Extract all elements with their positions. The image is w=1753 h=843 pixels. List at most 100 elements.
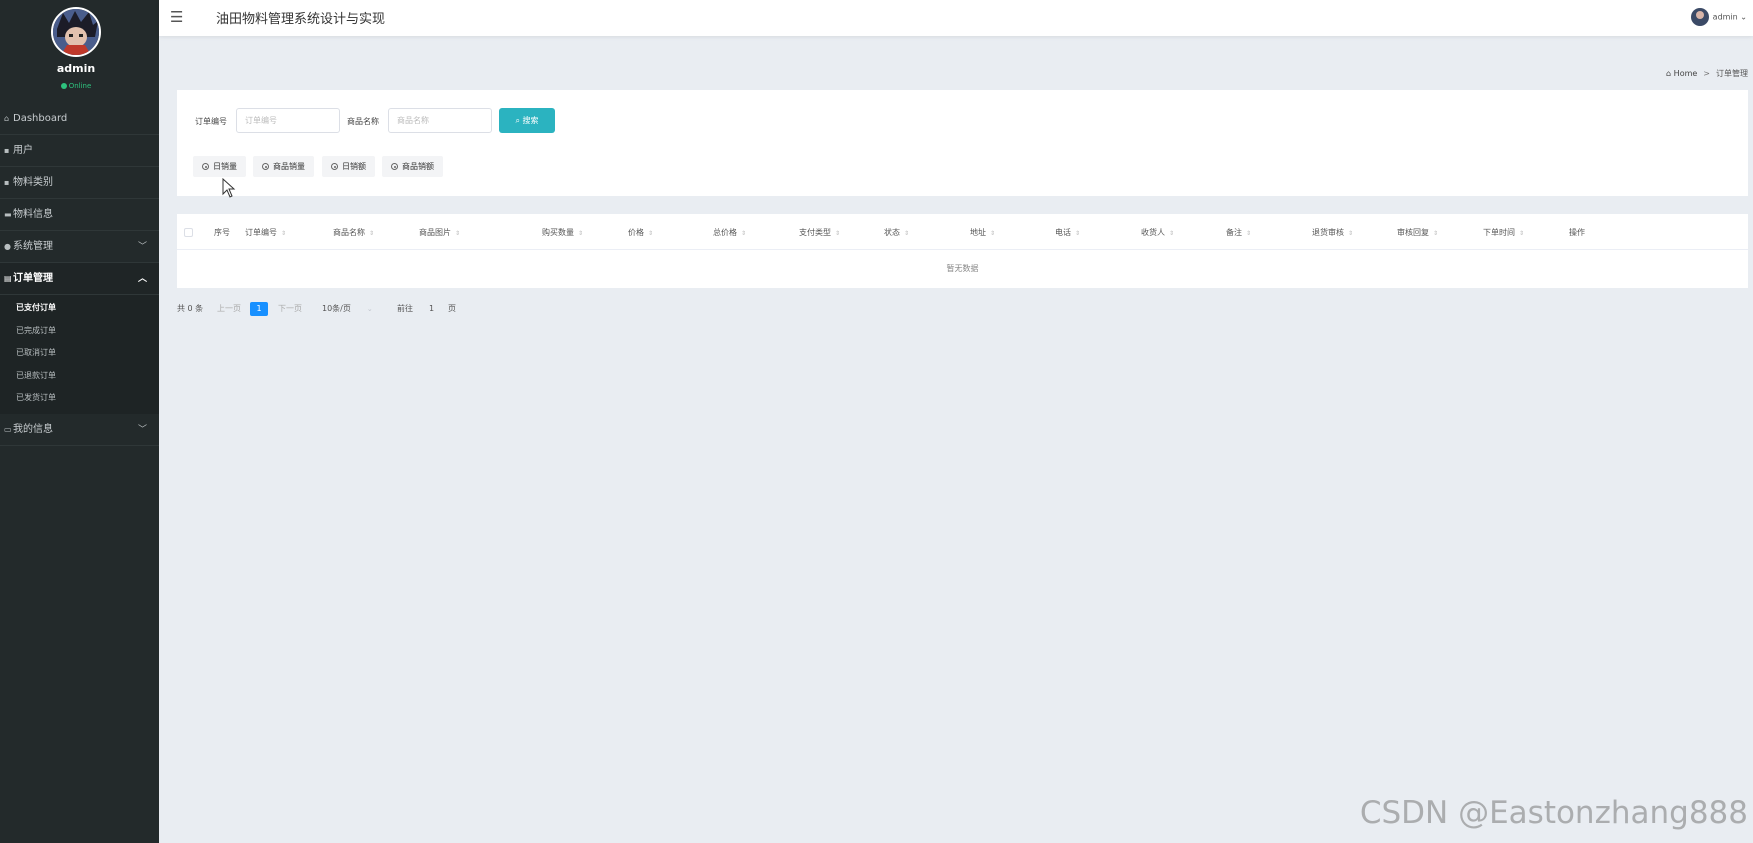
- sort-icon[interactable]: ⇕: [904, 231, 909, 237]
- sort-icon[interactable]: ⇕: [1348, 231, 1353, 237]
- column-header[interactable]: 状态 ⇕: [884, 227, 909, 238]
- column-header[interactable]: 订单编号 ⇕: [245, 227, 286, 238]
- sort-icon[interactable]: ⇕: [455, 231, 460, 237]
- radio-icon: [331, 163, 338, 170]
- column-header[interactable]: 电话 ⇕: [1055, 227, 1080, 238]
- sidebar-nav: ⌂ Dashboard ▪ 用户 ▪ 物料类别 ▬物料信息 ● 系统管理 ﹀ ▤订单管理 ︿…: [0, 103, 159, 446]
- column-header-label: 收货人: [1141, 228, 1165, 237]
- sort-icon[interactable]: ⇕: [578, 231, 583, 237]
- column-header-label: 审核回复: [1397, 228, 1429, 237]
- grid-icon: ▪: [4, 178, 10, 187]
- sidebar-item-material-info[interactable]: ▬物料信息: [0, 199, 159, 231]
- search-button[interactable]: ⌕ 搜索: [499, 108, 555, 133]
- sort-icon[interactable]: ⇕: [369, 231, 374, 237]
- column-header[interactable]: 地址 ⇕: [970, 227, 995, 238]
- next-page-button[interactable]: 下一页: [278, 301, 302, 317]
- daily-sales-volume-button[interactable]: 日销量: [193, 156, 246, 177]
- order-no-input[interactable]: [236, 108, 340, 133]
- column-header-label: 操作: [1569, 228, 1585, 237]
- column-header[interactable]: 下单时间 ⇕: [1483, 227, 1524, 238]
- stat-button-label: 日销额: [342, 162, 366, 171]
- column-header[interactable]: 商品名称 ⇕: [333, 227, 374, 238]
- top-user-name: admin: [1712, 12, 1738, 22]
- pagination-total: 共 0 条: [177, 304, 204, 313]
- user-avatar[interactable]: [51, 7, 101, 57]
- goto-page-input[interactable]: 1: [429, 301, 434, 317]
- sidebar-item-order-management[interactable]: ▤订单管理 ︿: [0, 263, 159, 295]
- sidebar-item-label: 订单管理: [13, 273, 53, 284]
- breadcrumb-home-label: Home: [1673, 69, 1698, 78]
- sort-icon[interactable]: ⇕: [1075, 231, 1080, 237]
- column-header[interactable]: 购买数量 ⇕: [542, 227, 583, 238]
- sort-icon[interactable]: ⇕: [1169, 231, 1174, 237]
- submenu-item-refunded-orders[interactable]: 已退款订单: [0, 365, 159, 388]
- column-header[interactable]: 备注 ⇕: [1226, 227, 1251, 238]
- chevron-down-icon: ⌄: [366, 305, 373, 313]
- table-empty-message: 暂无数据: [946, 264, 979, 273]
- product-sales-volume-button[interactable]: 商品销量: [253, 156, 314, 177]
- sort-icon[interactable]: ⇕: [1433, 231, 1438, 237]
- search-button-label: 搜索: [522, 116, 539, 125]
- column-header-label: 下单时间: [1483, 228, 1515, 237]
- column-header-label: 地址: [970, 228, 986, 237]
- sidebar-item-system-management[interactable]: ● 系统管理 ﹀: [0, 231, 159, 263]
- prev-page-button[interactable]: 上一页: [217, 301, 241, 317]
- submenu-item-cancelled-orders[interactable]: 已取消订单: [0, 342, 159, 365]
- online-status-text: Online: [68, 82, 92, 90]
- submenu-item-paid-orders[interactable]: 已支付订单: [0, 297, 159, 320]
- breadcrumb-home[interactable]: ⌂ Home: [1666, 69, 1697, 78]
- order-submenu: 已支付订单 已完成订单 已取消订单 已退款订单 已发货订单: [0, 295, 159, 414]
- chevron-up-icon: ︿: [137, 274, 147, 284]
- submenu-item-shipped-orders[interactable]: 已发货订单: [0, 387, 159, 410]
- sidebar-item-label: 我的信息: [13, 423, 53, 435]
- mouse-cursor-icon: [222, 178, 236, 198]
- column-header[interactable]: 总价格 ⇕: [713, 227, 746, 238]
- sidebar-user-name: admin: [56, 62, 96, 75]
- card-icon: ▬: [4, 210, 12, 219]
- menu-toggle-icon[interactable]: ☰: [170, 8, 183, 26]
- list-icon: ▤: [4, 274, 12, 283]
- chevron-down-icon: ﹀: [137, 424, 147, 435]
- chevron-down-icon: ﹀: [137, 242, 147, 252]
- sort-icon[interactable]: ⇕: [1519, 231, 1524, 237]
- top-user-menu[interactable]: admin ⌄: [1690, 8, 1747, 26]
- column-header[interactable]: 支付类型 ⇕: [799, 227, 840, 238]
- sort-icon[interactable]: ⇕: [281, 231, 286, 237]
- daily-sales-amount-button[interactable]: 日销额: [322, 156, 375, 177]
- sort-icon[interactable]: ⇕: [648, 231, 653, 237]
- column-header[interactable]: 审核回复 ⇕: [1397, 227, 1438, 238]
- page-size-select[interactable]: 10条/页 ⌄: [322, 301, 373, 317]
- select-all-checkbox[interactable]: [184, 228, 193, 237]
- product-sales-amount-button[interactable]: 商品销额: [382, 156, 443, 177]
- product-name-input[interactable]: [388, 108, 492, 133]
- column-header-label: 序号: [214, 228, 230, 237]
- column-header[interactable]: 商品图片 ⇕: [419, 227, 460, 238]
- sort-icon[interactable]: ⇕: [1246, 231, 1251, 237]
- column-header[interactable]: 价格 ⇕: [628, 227, 653, 238]
- sidebar-item-material-category[interactable]: ▪ 物料类别: [0, 167, 159, 199]
- column-header-label: 支付类型: [799, 228, 831, 237]
- sort-icon[interactable]: ⇕: [741, 231, 746, 237]
- sort-icon[interactable]: ⇕: [990, 231, 995, 237]
- breadcrumb: ⌂ Home > 订单管理: [1666, 68, 1748, 79]
- app-title: 油田物料管理系统设计与实现: [216, 12, 386, 27]
- online-status: Online: [0, 82, 152, 90]
- sidebar-item-my-info[interactable]: ▭我的信息 ﹀: [0, 414, 159, 446]
- sidebar-item-users[interactable]: ▪ 用户: [0, 135, 159, 167]
- column-header[interactable]: 收货人 ⇕: [1141, 227, 1174, 238]
- page-number-current[interactable]: 1: [250, 302, 268, 316]
- column-header[interactable]: 退货审核 ⇕: [1312, 227, 1353, 238]
- page-unit-label: 页: [448, 304, 456, 313]
- sidebar-item-dashboard[interactable]: ⌂ Dashboard: [0, 103, 159, 135]
- column-header-label: 备注: [1226, 228, 1242, 237]
- sidebar-item-label: 用户: [13, 145, 33, 156]
- top-avatar: [1690, 8, 1709, 26]
- sidebar-item-label: 物料信息: [13, 209, 53, 220]
- goto-label: 前往: [397, 304, 413, 313]
- submenu-item-completed-orders[interactable]: 已完成订单: [0, 320, 159, 343]
- radio-icon: [391, 163, 398, 170]
- search-panel: 订单编号 商品名称 ⌕ 搜索 日销量 商品销量 日销额 商品销额: [177, 90, 1748, 196]
- table-header: 序号 订单编号 ⇕ 商品名称 ⇕ 商品图片 ⇕ 购买数量 ⇕ 价格 ⇕ 总价格 ⇕ 支付类型…: [177, 214, 1748, 250]
- sort-icon[interactable]: ⇕: [835, 231, 840, 237]
- sidebar-item-label: 系统管理: [13, 241, 53, 252]
